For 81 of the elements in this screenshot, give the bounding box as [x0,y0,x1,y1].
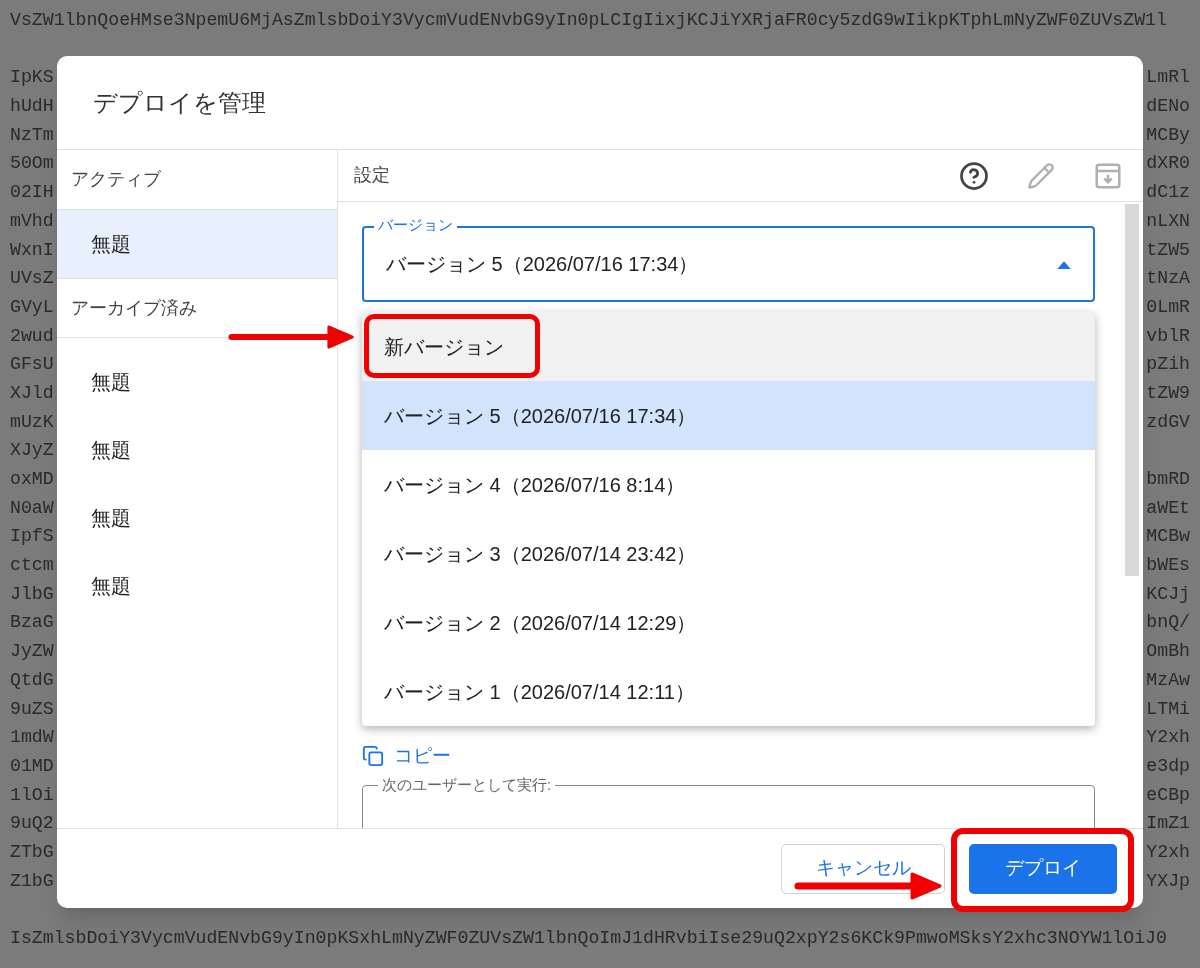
code-fragment: 50Om [10,152,54,176]
code-fragment: XJyZ [10,439,54,463]
code-fragment: 9uZS [10,697,54,721]
deployment-item[interactable]: 無題 [57,552,337,620]
code-fragment: IpfS [10,525,54,549]
version-option[interactable]: バージョン 2（2026/07/14 12:29） [362,588,1095,657]
code-fragment: MCBy [1146,123,1190,147]
code-fragment: N0aW [10,496,54,520]
code-fragment: 9uQ2 [10,812,54,836]
code-fragment: dENo [1146,95,1190,119]
dialog-title: デプロイを管理 [93,87,266,118]
code-fragment: mUzK [10,410,54,434]
version-option[interactable]: バージョン 4（2026/07/16 8:14） [362,450,1095,519]
code-fragment: dXR0 [1146,152,1190,176]
deployment-item[interactable]: 無題 [57,416,337,484]
copy-icon [362,745,384,768]
code-fragment: UVsZ [10,267,54,291]
deployment-item[interactable]: 無題 [57,484,337,552]
version-option[interactable]: 新バージョン [362,312,1095,381]
code-fragment: hUdH [10,95,54,119]
code-fragment: tNzA [1146,267,1190,291]
code-line: VsZW1lbnQoeHMse3NpemU6MjAsZmlsbDoiY3VycmVudENvbG9yIn0pLCIgIixjKCJiYXRjaFR0cy5zdG9wIikpKTphLmNyZWF0ZUVsZW1l [10,10,1167,30]
code-fragment: JlbG [10,582,54,606]
code-fragment: tZW5 [1146,238,1190,262]
code-fragment: ctcm [10,554,54,578]
code-fragment: dC1z [1146,181,1190,205]
code-fragment: aWEt [1146,496,1190,520]
code-fragment: 0LmR [1146,295,1190,319]
code-fragment: Y2xh [1146,726,1190,750]
code-fragment: GFsU [10,353,54,377]
version-option[interactable]: バージョン 3（2026/07/14 23:42） [362,519,1095,588]
code-fragment: 01MD [10,754,54,778]
code-fragment: 02IH [10,181,54,205]
code-fragment: ZTbG [10,840,54,864]
code-fragment: 1lOi [10,783,54,807]
code-fragment: tZW9 [1146,381,1190,405]
deployment-item[interactable]: 無題 [57,348,337,416]
code-fragment: e3dp [1146,754,1190,778]
code-fragment: pZih [1146,353,1190,377]
code-fragment: IpKS [10,66,54,90]
code-fragment: ImZ1 [1146,812,1190,836]
code-fragment: zdGV [1146,410,1190,434]
code-fragment: MCBw [1146,525,1190,549]
code-fragment: OmBh [1146,640,1190,664]
version-option[interactable]: バージョン 1（2026/07/14 12:11） [362,657,1095,726]
code-fragment: bnQ/ [1146,611,1190,635]
code-fragment: Z1bG [10,869,54,893]
code-fragment: vblR [1146,324,1190,348]
code-line: IsZmlsbDoiY3VycmVudENvbG9yIn0pKSxhLmNyZWF0ZUVsZW1lbnQoImJ1dHRvbiIse29uQ2xpY2s6KCk9PmwoMSksY2xhc3NOYW1lOiJ0 [10,928,1167,948]
copy-link[interactable]: コピー [394,742,451,771]
code-fragment: LmRl [1146,66,1190,90]
scrollbar-thumb[interactable] [1125,204,1139,576]
code-fragment: BzaG [10,611,54,635]
code-fragment: oxMD [10,468,54,491]
code-fragment: NzTm [10,123,54,147]
code-fragment: WxnI [10,238,54,262]
field-label: 次のユーザーとして実行: [378,774,556,795]
code-fragment: JyZW [10,640,54,664]
section-heading: アクティブ [71,168,161,191]
deploy-button[interactable]: デプロイ [969,843,1117,894]
panel-heading: 設定 [354,164,390,187]
code-fragment: YXJp [1146,869,1190,893]
code-fragment: bmRD [1146,468,1190,491]
code-fragment: bWEs [1146,554,1190,578]
code-fragment: QtdG [10,668,54,692]
code-fragment: 2wud [10,324,54,348]
code-fragment: 1mdW [10,726,54,750]
code-fragment: Y2xh [1146,840,1190,864]
version-option[interactable]: バージョン 5（2026/07/16 17:34） [362,381,1095,450]
code-fragment: nLXN [1146,209,1190,233]
deployment-item[interactable]: 無題 [57,210,337,278]
code-fragment: LTMi [1146,697,1190,721]
code-fragment: MzAw [1146,668,1190,692]
code-fragment: eCBp [1146,783,1190,807]
code-fragment: KCJj [1146,582,1190,606]
code-fragment: GVyL [10,295,54,319]
code-fragment: mVhd [10,209,54,233]
field-value: バージョン 5（2026/07/16 17:34） [386,252,699,277]
section-heading: アーカイブ済み [71,296,197,320]
help-icon[interactable] [959,160,989,191]
code-fragment: XJld [10,381,54,405]
